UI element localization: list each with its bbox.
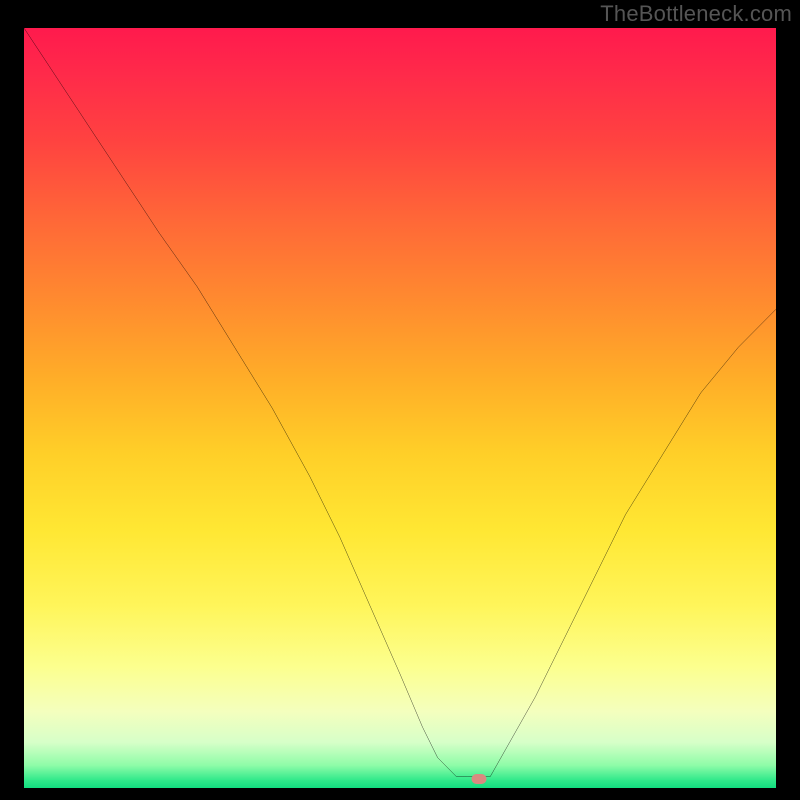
plot-area <box>24 28 776 788</box>
bottleneck-curve <box>24 28 776 788</box>
chart-frame: TheBottleneck.com <box>0 0 800 800</box>
watermark-text: TheBottleneck.com <box>600 0 792 28</box>
optimal-point-marker <box>471 774 486 784</box>
curve-path <box>24 28 776 777</box>
